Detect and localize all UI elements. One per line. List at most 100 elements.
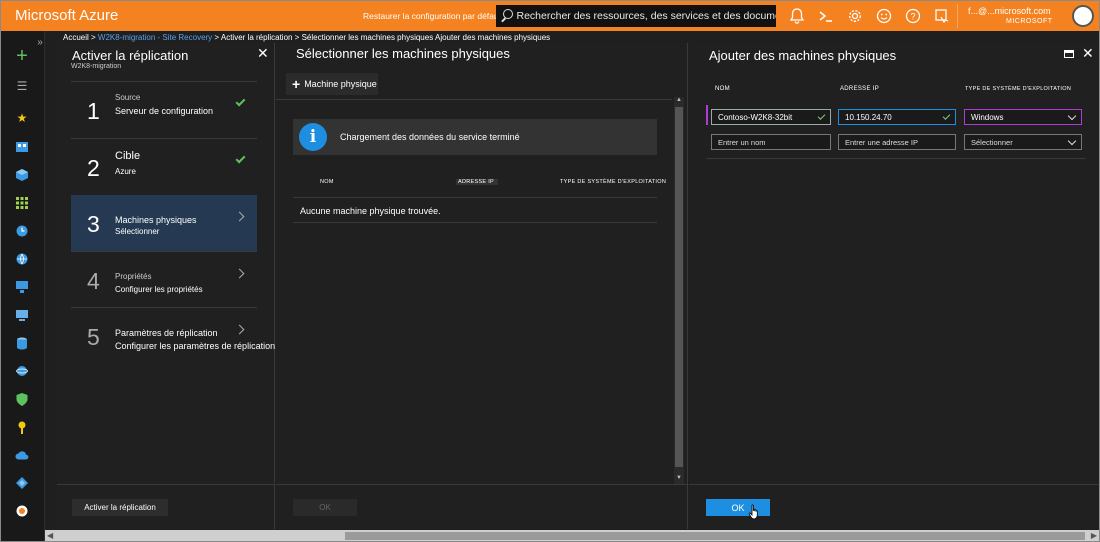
column-header-name[interactable]: NOM [320,179,334,185]
scroll-right-arrow-icon[interactable]: ▶ [1091,531,1097,540]
cloud-services-monitor-icon[interactable] [13,306,31,324]
resource-group-cube-icon[interactable] [13,166,31,184]
column-header-ip[interactable]: ADRESSE IP [456,179,499,185]
search-input[interactable]: Rechercher des ressources, des services … [517,10,777,22]
step-number: 1 [87,98,100,124]
help-icon[interactable]: ? [902,5,924,27]
step-subtitle: Serveur de configuration [115,106,214,116]
scroll-up-arrow-icon[interactable]: ▲ [674,97,684,107]
sql-database-icon[interactable] [13,334,31,352]
os-type-value: Windows [971,112,1004,122]
restore-default-link[interactable]: Restaurer la configuration par défaut [363,11,501,21]
column-header-os[interactable]: TYPE DE SYSTÈME D'EXPLOITATION [560,179,666,185]
step-subtitle: Sélectionner [115,227,160,236]
step-replication-settings[interactable]: 5 Paramètres de réplication Configurer l… [71,307,275,363]
add-physical-machine-button[interactable]: + Machine physique [286,73,378,95]
step-title: Propriétés [115,272,152,281]
ip-address-input[interactable]: 10.150.24.70 [838,109,956,125]
new-os-type-select[interactable]: Sélectionner [964,134,1082,150]
step-physical-machines[interactable]: 3 Machines physiques Sélectionner [71,195,257,251]
vertical-scrollbar[interactable]: ▲ ▼ [674,97,684,485]
close-icon[interactable]: ✕ [1082,45,1094,62]
all-resources-grid-icon[interactable] [13,194,31,212]
name-placeholder: Entrer un nom [718,137,766,147]
info-icon: i [299,123,327,151]
add-physical-machines-blade: Ajouter des machines physiques ✕ NOM ADR… [689,43,1099,529]
bell-icon[interactable] [786,5,808,27]
key-vault-key-icon[interactable] [13,418,31,436]
new-ip-address-input[interactable]: Entrer une adresse IP [838,134,956,150]
directory-filter-icon[interactable] [931,5,953,27]
topbar-divider [957,4,958,28]
ok-button[interactable]: OK [706,499,770,516]
footer-divider [276,484,687,485]
devops-diamond-icon[interactable] [13,474,31,492]
footer-divider [689,484,1099,485]
row-divider [293,222,657,223]
virtual-machines-icon[interactable] [13,278,31,296]
security-shield-icon[interactable] [13,390,31,408]
chevron-right-icon [234,211,245,222]
ok-button-disabled[interactable]: OK [293,499,357,516]
column-header-ip: ADRESSE IP [840,86,880,92]
step-target[interactable]: 2 Cible Azure [71,138,257,194]
step-number: 3 [87,211,100,237]
app-services-globe-icon[interactable] [13,250,31,268]
step-title: Source [115,93,141,102]
step-properties[interactable]: 4 Propriétés Configurer les propriétés [71,251,257,307]
breadcrumb-vault[interactable]: W2K8-migration - Site Recovery [98,33,212,42]
favorites-star-icon[interactable]: ★ [13,109,31,127]
storage-cloud-icon[interactable] [13,446,31,464]
machine-name-input[interactable]: Contoso-W2K8-32bit [711,109,831,125]
horizontal-scrollbar[interactable]: ◀ ▶ [45,530,1099,541]
breadcrumb: Accueil > W2K8-migration - Site Recovery… [63,33,550,42]
breadcrumb-home[interactable]: Accueil > [63,33,96,42]
advisor-icon[interactable] [13,502,31,520]
plus-icon: + [292,76,301,92]
enable-replication-button[interactable]: Activer la réplication [72,499,168,516]
azure-portal-window: Microsoft Azure Restaurer la configurati… [0,0,1100,542]
maximize-icon[interactable] [1064,50,1074,58]
column-header-name: NOM [715,86,730,92]
dashboard-icon[interactable] [13,138,31,156]
collapse-chevron-icon[interactable]: » [31,33,49,51]
search-icon [496,5,517,27]
breadcrumb-rest[interactable]: Activer la réplication > Sélectionner le… [221,33,550,42]
cloud-shell-icon[interactable] [815,5,837,27]
header-divider [293,197,657,198]
gear-icon[interactable] [844,5,866,27]
chevron-right-icon [234,268,245,279]
ip-placeholder: Entrer une adresse IP [845,137,918,147]
cosmos-db-icon[interactable] [13,362,31,380]
enable-replication-blade: Activer la réplication W2K8-migration ✕ … [57,43,275,529]
avatar[interactable] [1072,5,1094,27]
account-org[interactable]: MICROSOFT [1006,18,1053,25]
smiley-feedback-icon[interactable] [873,5,895,27]
create-resource-plus-icon[interactable]: + [13,45,31,67]
os-type-select[interactable]: Windows [964,109,1082,125]
scroll-left-arrow-icon[interactable]: ◀ [47,531,53,540]
step-number: 4 [87,268,100,294]
step-source[interactable]: 1 Source Serveur de configuration [71,81,257,137]
step-title: Machines physiques [115,215,197,225]
recent-clock-icon[interactable] [13,222,31,240]
new-machine-name-input[interactable]: Entrer un nom [711,134,831,150]
active-row-marker [706,105,708,125]
grid-bottom-divider [706,158,1086,159]
info-notification: i Chargement des données du service term… [293,119,657,155]
brand-title[interactable]: Microsoft Azure [15,7,118,24]
breadcrumb-separator: > [214,33,220,42]
step-subtitle: Configurer les propriétés [115,285,203,294]
top-bar: Microsoft Azure Restaurer la configurati… [1,1,1099,31]
ip-address-value: 10.150.24.70 [845,112,892,122]
all-services-list-icon[interactable]: ☰ [13,77,31,95]
scrollbar-thumb[interactable] [345,532,1085,540]
select-physical-machines-blade: Sélectionner les machines physiques + Ma… [276,43,688,529]
scrollbar-thumb[interactable] [675,107,683,467]
close-icon[interactable]: ✕ [257,45,269,62]
account-email[interactable]: f...@...microsoft.com [968,6,1051,16]
chevron-down-icon [1067,136,1077,146]
chevron-right-icon [234,324,245,335]
chevron-down-icon [1067,111,1077,121]
global-search[interactable]: Rechercher des ressources, des services … [496,5,776,27]
